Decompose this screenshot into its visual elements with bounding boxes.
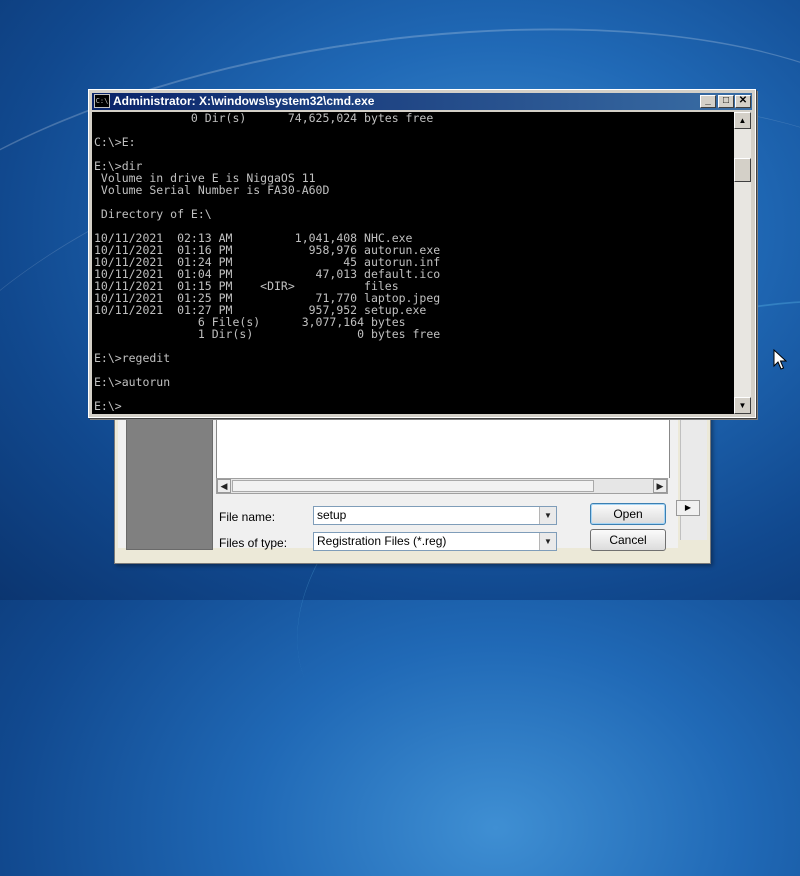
file-type-value[interactable]: Registration Files (*.reg) (317, 534, 446, 548)
scrollbar-thumb[interactable] (734, 158, 751, 182)
console-line: C:\>E: (94, 135, 136, 149)
chevron-down-icon[interactable]: ▼ (539, 507, 556, 524)
places-bar[interactable] (126, 408, 213, 550)
cmd-window[interactable]: C:\ Administrator: X:\windows\system32\c… (88, 89, 756, 418)
scroll-right-icon[interactable]: ▶ (676, 500, 700, 516)
file-name-value[interactable]: setup (317, 508, 346, 522)
console-line: E:\> (94, 399, 122, 413)
import-registry-dialog-body: ◀ ▶ File name: setup ▼ Files of type: Re… (118, 400, 678, 551)
console-text[interactable]: 0 Dir(s) 74,625,024 bytes free C:\>E: E:… (92, 112, 734, 412)
console-line: E:\>autorun (94, 375, 171, 389)
file-list-horizontal-scrollbar[interactable]: ◀ ▶ (216, 478, 668, 494)
console-line: 1 Dir(s) 0 bytes free (94, 327, 441, 341)
console-vertical-scrollbar[interactable]: ▲ ▼ (734, 112, 751, 414)
file-name-combobox[interactable]: setup ▼ (313, 506, 557, 525)
chevron-down-icon[interactable]: ▼ (539, 533, 556, 550)
scroll-up-icon[interactable]: ▲ (734, 112, 751, 129)
scrollbar-thumb[interactable] (232, 480, 594, 492)
console-output[interactable]: 0 Dir(s) 74,625,024 bytes free C:\>E: E:… (92, 112, 734, 414)
scroll-right-icon[interactable]: ▶ (653, 479, 667, 493)
console-line: 0 Dir(s) 74,625,024 bytes free (94, 112, 434, 125)
cmd-app-icon[interactable]: C:\ (94, 94, 110, 108)
title-bar[interactable]: C:\ Administrator: X:\windows\system32\c… (92, 93, 752, 110)
scroll-left-icon[interactable]: ◀ (217, 479, 231, 493)
console-line: E:\>regedit (94, 351, 171, 365)
window-title: Administrator: X:\windows\system32\cmd.e… (113, 94, 375, 108)
scroll-down-icon[interactable]: ▼ (734, 397, 751, 414)
file-type-select[interactable]: Registration Files (*.reg) ▼ (313, 532, 557, 551)
dialog-vertical-scrollbar[interactable] (680, 400, 707, 540)
close-button[interactable]: ✕ (735, 95, 751, 108)
open-button[interactable]: Open (590, 503, 666, 525)
console-line: Volume Serial Number is FA30-A60D (94, 183, 330, 197)
mouse-pointer-icon (773, 349, 787, 370)
file-type-label: Files of type: (219, 536, 288, 550)
file-name-label: File name: (219, 510, 276, 524)
cancel-button[interactable]: Cancel (590, 529, 666, 551)
minimize-button[interactable]: _ (700, 95, 716, 108)
console-line: Directory of E:\ (94, 207, 212, 221)
maximize-button[interactable]: □ (718, 95, 734, 108)
